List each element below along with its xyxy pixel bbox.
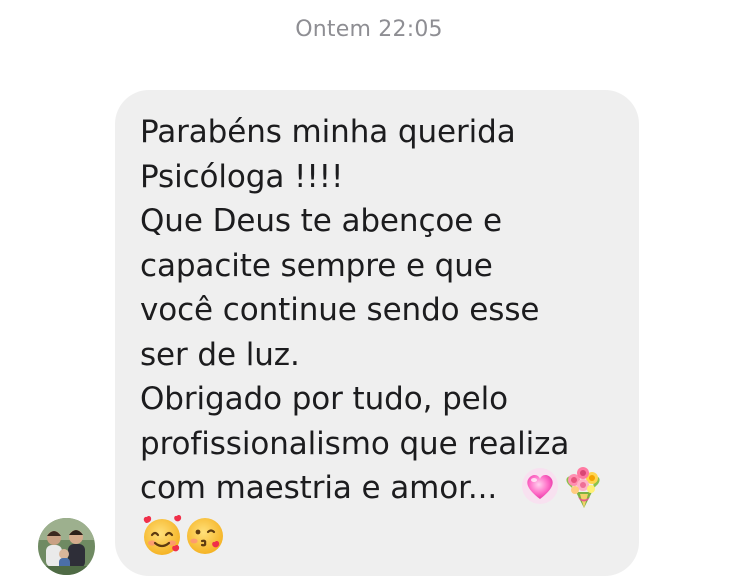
face-blowing-kiss-icon — [183, 513, 227, 557]
avatar[interactable] — [38, 518, 95, 575]
heart-icon — [520, 466, 560, 506]
message-timestamp: Ontem 22:05 — [295, 17, 443, 42]
message-text: Parabéns minha querida Psicóloga !!!! Qu… — [140, 114, 570, 506]
bouquet-icon — [562, 464, 604, 510]
smiling-face-with-hearts-icon — [140, 513, 184, 557]
